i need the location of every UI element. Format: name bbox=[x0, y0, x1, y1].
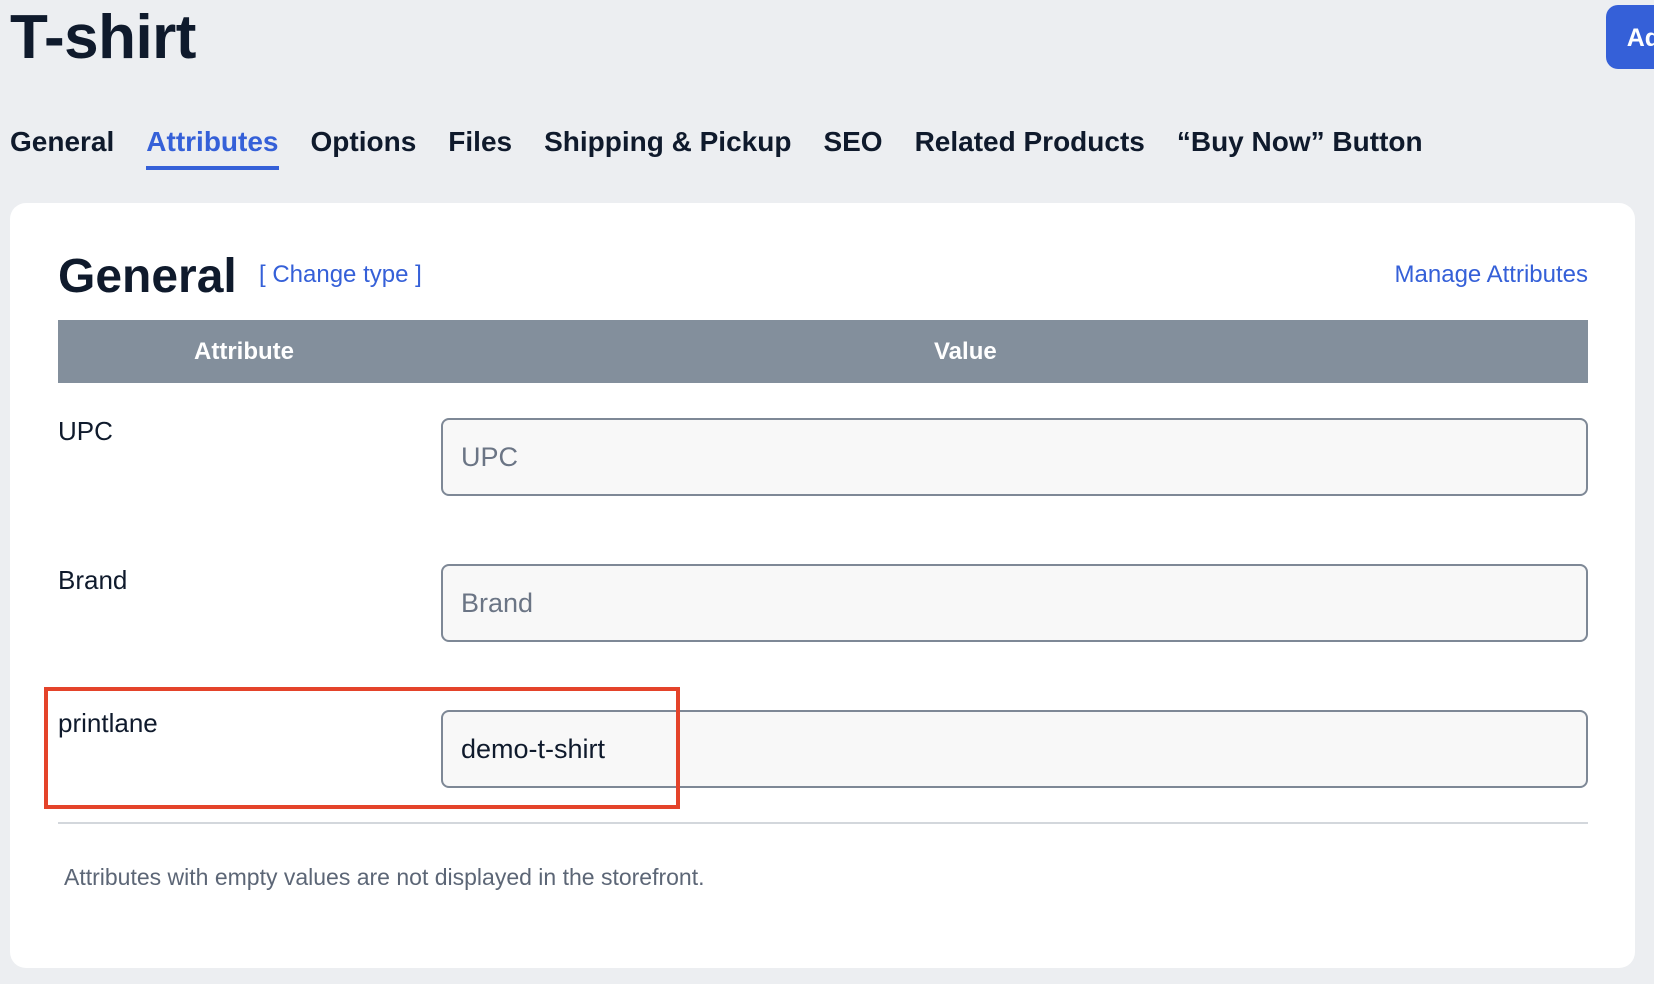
printlane-input[interactable] bbox=[441, 710, 1588, 788]
tab-attributes[interactable]: Attributes bbox=[146, 126, 279, 170]
empty-values-note: Attributes with empty values are not dis… bbox=[64, 864, 705, 890]
brand-input[interactable] bbox=[441, 564, 1588, 642]
tab-shipping-pickup[interactable]: Shipping & Pickup bbox=[544, 126, 791, 170]
tab-files[interactable]: Files bbox=[448, 126, 512, 170]
column-header-value: Value bbox=[934, 338, 997, 365]
column-header-attribute: Attribute bbox=[194, 338, 294, 365]
tab-options[interactable]: Options bbox=[311, 126, 417, 170]
tab-bar: General Attributes Options Files Shippin… bbox=[10, 126, 1423, 170]
tab-related-products[interactable]: Related Products bbox=[915, 126, 1145, 170]
upc-input[interactable] bbox=[441, 418, 1588, 496]
manage-attributes-link[interactable]: Manage Attributes bbox=[1395, 261, 1588, 289]
attribute-label-printlane: printlane bbox=[58, 708, 158, 738]
attributes-card: General [ Change type ] Manage Attribute… bbox=[10, 203, 1635, 968]
tab-seo[interactable]: SEO bbox=[823, 126, 882, 170]
tab-general[interactable]: General bbox=[10, 126, 114, 170]
attribute-label-brand: Brand bbox=[58, 565, 128, 595]
table-header: Attribute Value bbox=[58, 320, 1588, 383]
card-title: General bbox=[58, 250, 237, 303]
attribute-label-upc: UPC bbox=[58, 416, 113, 446]
change-type-link[interactable]: [ Change type ] bbox=[259, 261, 422, 289]
add-button[interactable]: Add bbox=[1606, 5, 1654, 69]
tab-buy-now-button[interactable]: “Buy Now” Button bbox=[1177, 126, 1423, 170]
divider bbox=[58, 822, 1588, 824]
page-title: T-shirt bbox=[10, 3, 196, 72]
